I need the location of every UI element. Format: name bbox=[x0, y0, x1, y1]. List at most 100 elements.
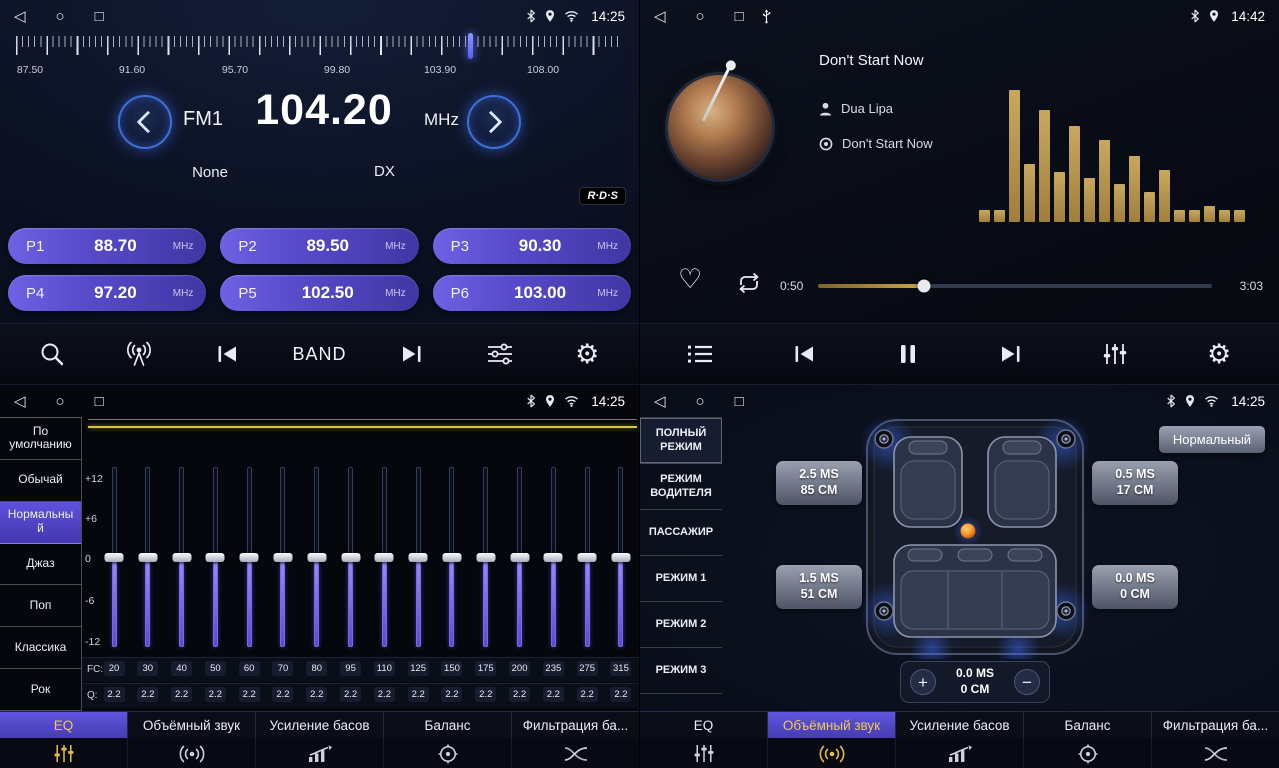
slider-handle[interactable] bbox=[341, 553, 360, 562]
radio-preset-button[interactable]: P5102.50MHz bbox=[220, 275, 418, 311]
slider-handle[interactable] bbox=[307, 553, 326, 562]
delay-front-left[interactable]: 2.5 MS 85 CM bbox=[776, 461, 862, 505]
slider-handle[interactable] bbox=[442, 553, 461, 562]
recents-button[interactable]: □ bbox=[735, 393, 744, 410]
tab-filter[interactable]: Фильтрация ба... bbox=[512, 712, 639, 738]
tab-balance[interactable]: Баланс bbox=[384, 712, 512, 738]
eq-tab-icon[interactable] bbox=[0, 738, 128, 768]
eq-band-slider[interactable] bbox=[203, 463, 227, 655]
eq-tab-icon[interactable] bbox=[640, 738, 768, 768]
eq-preset-item[interactable]: Классика bbox=[0, 627, 81, 669]
mixer-faders-icon[interactable] bbox=[1093, 342, 1137, 366]
back-button[interactable]: ◁ bbox=[14, 392, 26, 410]
eq-band-slider[interactable] bbox=[170, 463, 194, 655]
progress-knob[interactable] bbox=[918, 280, 931, 293]
slider-handle[interactable] bbox=[578, 553, 597, 562]
radio-preset-button[interactable]: P497.20MHz bbox=[8, 275, 206, 311]
increase-delay-button[interactable]: + bbox=[910, 669, 936, 695]
sound-mode-item[interactable]: РЕЖИМ 1 bbox=[640, 556, 722, 602]
tab-eq[interactable]: EQ bbox=[0, 712, 128, 738]
eq-band-slider[interactable] bbox=[237, 463, 261, 655]
band-button[interactable]: BAND bbox=[292, 344, 346, 365]
recents-button[interactable]: □ bbox=[95, 8, 104, 25]
next-track-icon[interactable] bbox=[989, 344, 1033, 364]
tab-balance[interactable]: Баланс bbox=[1024, 712, 1152, 738]
bass-boost-tab-icon[interactable] bbox=[256, 738, 384, 768]
home-button[interactable]: ○ bbox=[56, 8, 65, 25]
tab-surround[interactable]: Объёмный звук bbox=[768, 712, 896, 738]
filter-tab-icon[interactable] bbox=[1152, 738, 1279, 768]
repeat-icon[interactable] bbox=[736, 272, 762, 299]
sound-mode-item[interactable]: РЕЖИМ 3 bbox=[640, 648, 722, 694]
equalizer-icon[interactable] bbox=[478, 343, 522, 365]
recents-button[interactable]: □ bbox=[735, 8, 744, 25]
home-button[interactable]: ○ bbox=[56, 393, 65, 410]
tab-surround[interactable]: Объёмный звук bbox=[128, 712, 256, 738]
eq-preset-item[interactable]: Нормальный bbox=[0, 502, 81, 544]
slider-handle[interactable] bbox=[138, 553, 157, 562]
tab-eq[interactable]: EQ bbox=[640, 712, 768, 738]
eq-preset-item[interactable]: Обычай bbox=[0, 460, 81, 502]
next-icon[interactable] bbox=[390, 344, 434, 364]
eq-band-slider[interactable] bbox=[474, 463, 498, 655]
eq-preset-item[interactable]: Джаз bbox=[0, 544, 81, 586]
radio-preset-button[interactable]: P289.50MHz bbox=[220, 228, 418, 264]
profile-button[interactable]: Нормальный bbox=[1159, 426, 1265, 453]
settings-gear-icon[interactable]: ⚙ bbox=[1197, 341, 1241, 368]
back-button[interactable]: ◁ bbox=[654, 392, 666, 410]
delay-rear-right[interactable]: 0.0 MS 0 CM bbox=[1092, 565, 1178, 609]
home-button[interactable]: ○ bbox=[696, 393, 705, 410]
eq-band-slider[interactable] bbox=[271, 463, 295, 655]
eq-preset-item[interactable]: Поп bbox=[0, 585, 81, 627]
previous-icon[interactable] bbox=[205, 344, 249, 364]
sound-mode-item[interactable]: РЕЖИМ 2 bbox=[640, 602, 722, 648]
slider-handle[interactable] bbox=[510, 553, 529, 562]
eq-preset-item[interactable]: Рок bbox=[0, 669, 81, 711]
balance-tab-icon[interactable] bbox=[384, 738, 512, 768]
eq-band-slider[interactable] bbox=[339, 463, 363, 655]
sound-mode-item[interactable]: ПАССАЖИР bbox=[640, 510, 722, 556]
tune-down-button[interactable] bbox=[118, 95, 172, 149]
slider-handle[interactable] bbox=[544, 553, 563, 562]
eq-band-slider[interactable] bbox=[305, 463, 329, 655]
recents-button[interactable]: □ bbox=[95, 393, 104, 410]
slider-handle[interactable] bbox=[273, 553, 292, 562]
balance-tab-icon[interactable] bbox=[1024, 738, 1152, 768]
decrease-delay-button[interactable]: − bbox=[1014, 669, 1040, 695]
slider-handle[interactable] bbox=[611, 553, 630, 562]
filter-tab-icon[interactable] bbox=[512, 738, 639, 768]
tune-up-button[interactable] bbox=[467, 95, 521, 149]
previous-track-icon[interactable] bbox=[782, 344, 826, 364]
favorite-heart-icon[interactable]: ♡ bbox=[678, 264, 702, 295]
eq-preset-item[interactable]: По умолчанию bbox=[0, 418, 81, 460]
pause-icon[interactable] bbox=[886, 343, 930, 365]
bass-boost-tab-icon[interactable] bbox=[896, 738, 1024, 768]
slider-handle[interactable] bbox=[206, 553, 225, 562]
eq-band-slider[interactable] bbox=[609, 463, 633, 655]
slider-handle[interactable] bbox=[375, 553, 394, 562]
eq-band-slider[interactable] bbox=[440, 463, 464, 655]
delay-rear-left[interactable]: 1.5 MS 51 CM bbox=[776, 565, 862, 609]
slider-handle[interactable] bbox=[409, 553, 428, 562]
slider-handle[interactable] bbox=[105, 553, 124, 562]
slider-handle[interactable] bbox=[476, 553, 495, 562]
back-button[interactable]: ◁ bbox=[14, 7, 26, 25]
settings-gear-icon[interactable]: ⚙ bbox=[565, 341, 609, 368]
tab-filter[interactable]: Фильтрация ба... bbox=[1152, 712, 1279, 738]
delay-front-right[interactable]: 0.5 MS 17 CM bbox=[1092, 461, 1178, 505]
radio-preset-button[interactable]: P188.70MHz bbox=[8, 228, 206, 264]
progress-slider[interactable] bbox=[818, 284, 1212, 288]
eq-band-slider[interactable] bbox=[541, 463, 565, 655]
search-icon[interactable] bbox=[30, 341, 74, 367]
back-button[interactable]: ◁ bbox=[654, 7, 666, 25]
broadcast-icon[interactable] bbox=[117, 341, 161, 367]
slider-handle[interactable] bbox=[172, 553, 191, 562]
sound-mode-item[interactable]: РЕЖИМ ВОДИТЕЛЯ bbox=[640, 464, 722, 510]
surround-tab-icon[interactable] bbox=[128, 738, 256, 768]
eq-band-slider[interactable] bbox=[406, 463, 430, 655]
eq-band-slider[interactable] bbox=[102, 463, 126, 655]
surround-tab-icon[interactable] bbox=[768, 738, 896, 768]
sound-mode-item[interactable]: ПОЛНЫЙ РЕЖИМ bbox=[640, 418, 722, 464]
eq-band-slider[interactable] bbox=[372, 463, 396, 655]
home-button[interactable]: ○ bbox=[696, 8, 705, 25]
